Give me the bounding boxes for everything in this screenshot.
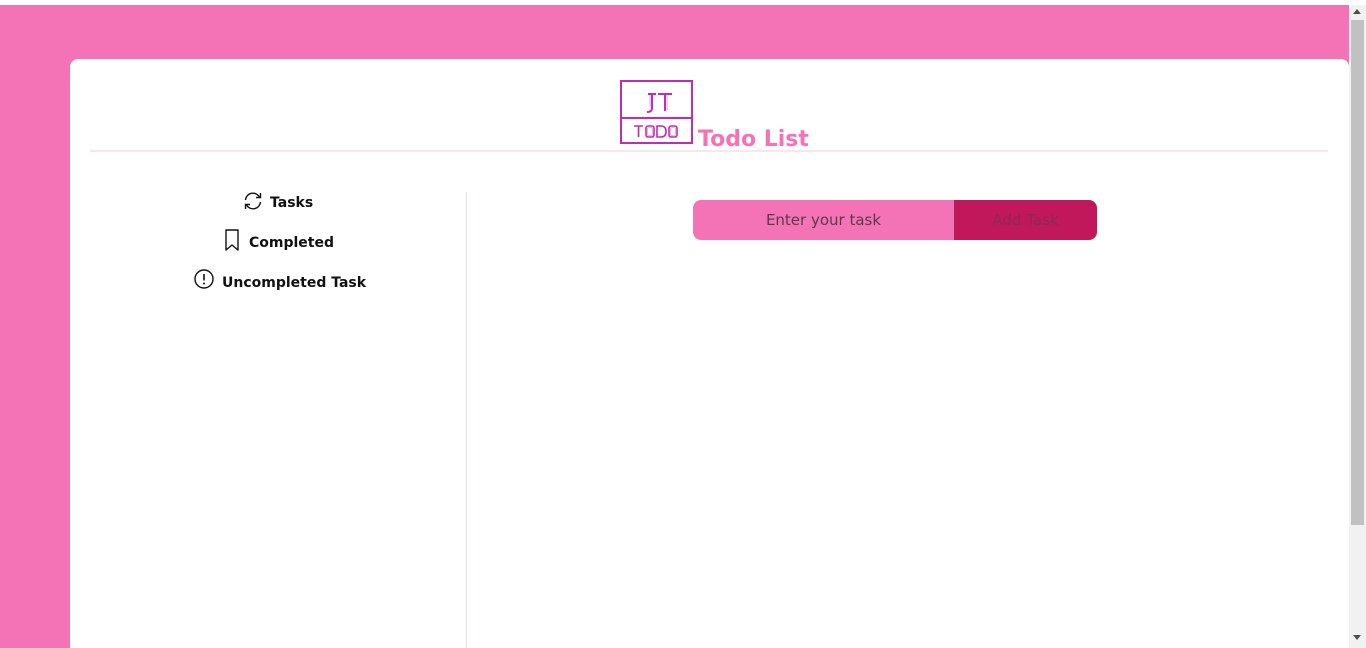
sidebar-item-tasks[interactable]: Tasks <box>242 191 313 211</box>
sidebar-item-uncompleted[interactable]: Uncompleted Task <box>194 269 366 291</box>
sidebar-item-label: Completed <box>249 235 335 251</box>
vertical-divider <box>466 192 467 648</box>
header: Todo List <box>70 59 1349 152</box>
header-divider <box>90 150 1328 152</box>
sidebar: Tasks Completed Uncompleted Task <box>70 191 466 648</box>
vertical-scrollbar[interactable] <box>1349 5 1366 648</box>
task-input[interactable] <box>693 200 954 240</box>
page-background: Todo List Tasks Completed Uncompleted Ta… <box>0 5 1349 648</box>
refresh-icon <box>244 192 262 210</box>
sidebar-item-completed[interactable]: Completed <box>223 229 334 251</box>
logo <box>620 80 693 144</box>
alert-circle-icon <box>194 269 214 289</box>
scroll-up-icon[interactable] <box>1353 9 1361 14</box>
sidebar-item-label: Tasks <box>270 195 314 211</box>
scroll-down-icon[interactable] <box>1353 635 1361 640</box>
scroll-thumb[interactable] <box>1351 20 1364 525</box>
jt-todo-logo-icon <box>622 93 691 138</box>
main-card: Todo List Tasks Completed Uncompleted Ta… <box>70 59 1349 648</box>
app-title: Todo List <box>698 127 809 152</box>
sidebar-item-label: Uncompleted Task <box>222 275 367 291</box>
task-form: Add Task <box>693 200 1097 240</box>
add-task-button[interactable]: Add Task <box>954 200 1097 240</box>
bookmark-icon <box>225 229 239 251</box>
